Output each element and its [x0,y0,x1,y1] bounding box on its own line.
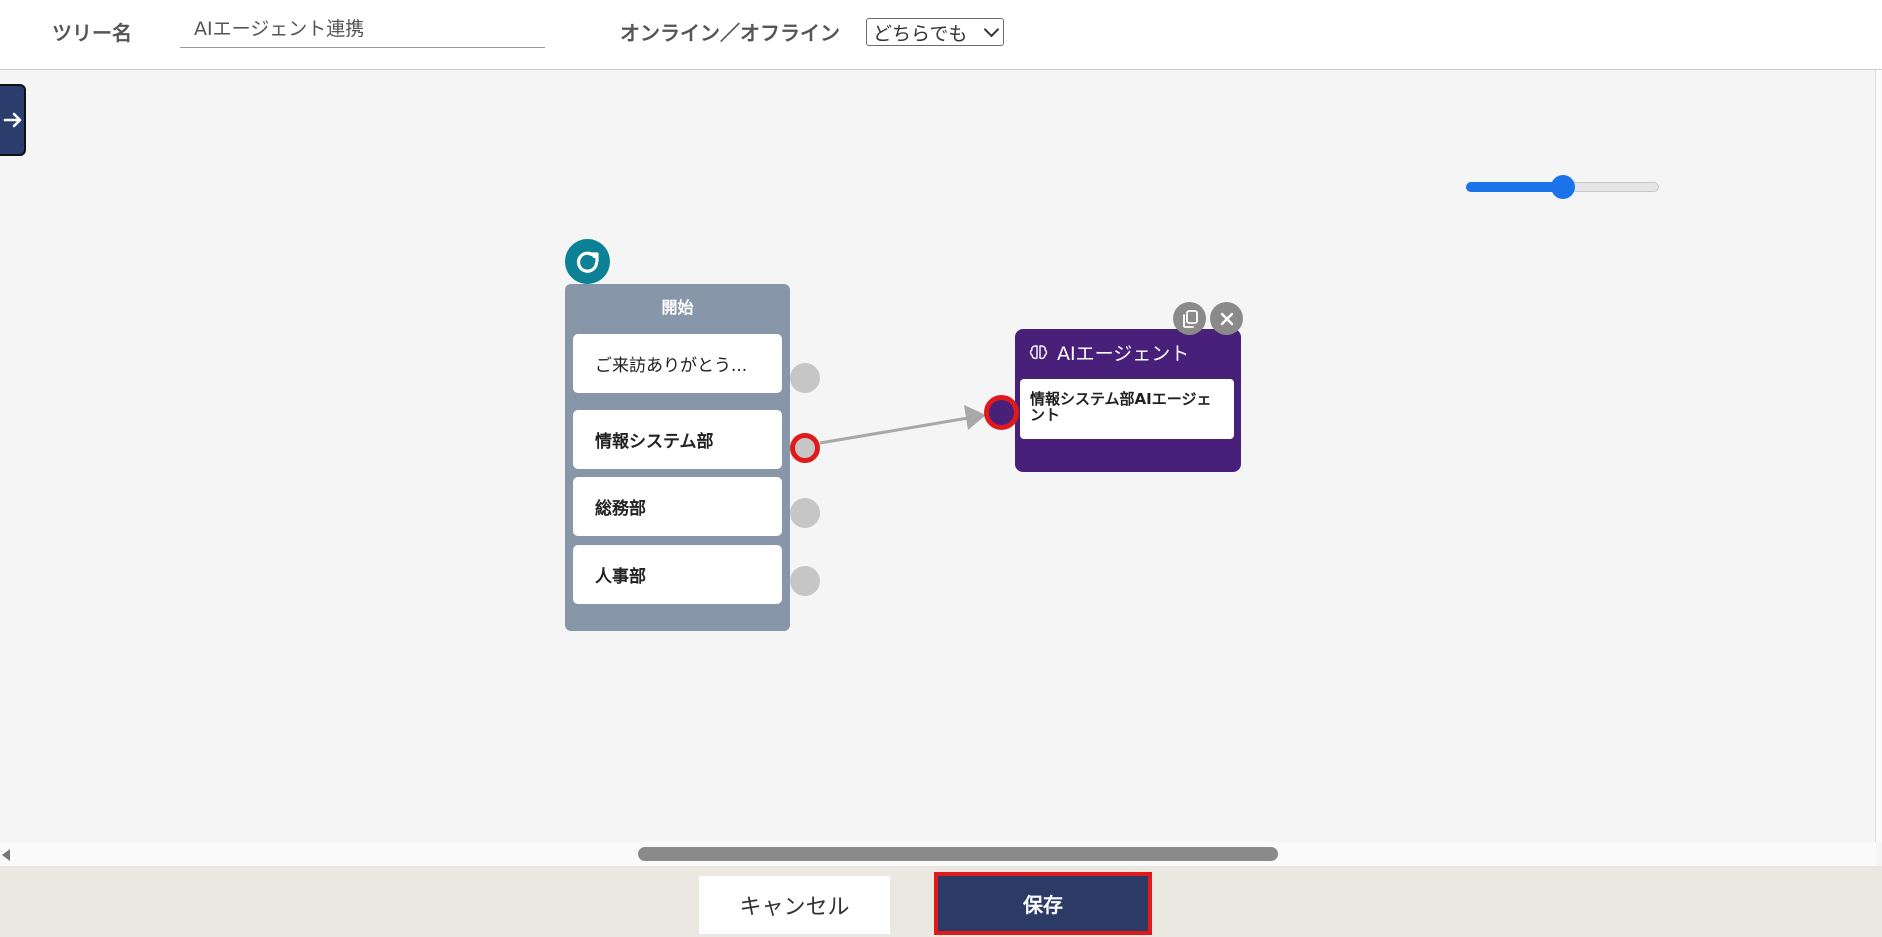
copy-icon [1182,309,1198,328]
start-item-greeting[interactable]: ご来訪ありがとう... [573,334,782,393]
start-item-it-dept[interactable]: 情報システム部 [573,410,782,469]
copy-node-button[interactable] [1173,302,1206,335]
brain-icon [1029,344,1048,359]
ai-agent-input-port[interactable] [984,395,1019,430]
close-icon [1220,312,1233,325]
cancel-button[interactable]: キャンセル [699,876,890,934]
online-offline-select[interactable]: どちらでも [866,18,1004,46]
output-port-hr[interactable] [790,566,820,596]
chevron-down-icon [983,21,1000,38]
output-port-greeting[interactable] [790,363,820,393]
start-node-title: 開始 [661,298,694,317]
refresh-icon [576,251,599,273]
horizontal-scrollbar-thumb[interactable] [638,847,1278,861]
ai-agent-node-title: AIエージェント [1057,343,1190,365]
ai-agent-node[interactable]: AIエージェント 情報システム部AIエージェント [1015,329,1241,472]
zoom-slider-thumb[interactable] [1551,175,1575,199]
ai-agent-node-header: AIエージェント [1029,339,1189,366]
zoom-slider[interactable] [1466,175,1659,199]
start-node[interactable]: 開始 ご来訪ありがとう... 情報システム部 総務部 人事部 [565,284,790,631]
refresh-button[interactable] [565,239,610,284]
tree-name-input[interactable] [180,8,545,48]
zoom-slider-fill [1466,182,1563,192]
online-offline-select-value: どちらでも [873,22,968,45]
start-item-general-affairs[interactable]: 総務部 [573,477,782,536]
footer-bar: キャンセル 保存 [0,866,1882,937]
header-bar: ツリー名 オンライン／オフライン どちらでも [0,0,1882,70]
scroll-left-arrow-icon[interactable] [2,849,10,861]
sidebar-toggle-button[interactable] [0,84,26,156]
output-port-general-affairs[interactable] [790,498,820,528]
horizontal-scrollbar[interactable] [0,842,1876,866]
delete-node-button[interactable] [1210,302,1243,335]
tree-name-label: ツリー名 [52,21,132,45]
online-offline-label: オンライン／オフライン [620,21,840,45]
vertical-scrollbar[interactable] [1875,70,1882,842]
ai-agent-node-body[interactable]: 情報システム部AIエージェント [1020,379,1234,439]
save-button[interactable]: 保存 [934,872,1152,935]
output-port-it-dept[interactable] [790,433,820,463]
arrow-right-icon [3,112,22,128]
start-item-hr[interactable]: 人事部 [573,545,782,604]
